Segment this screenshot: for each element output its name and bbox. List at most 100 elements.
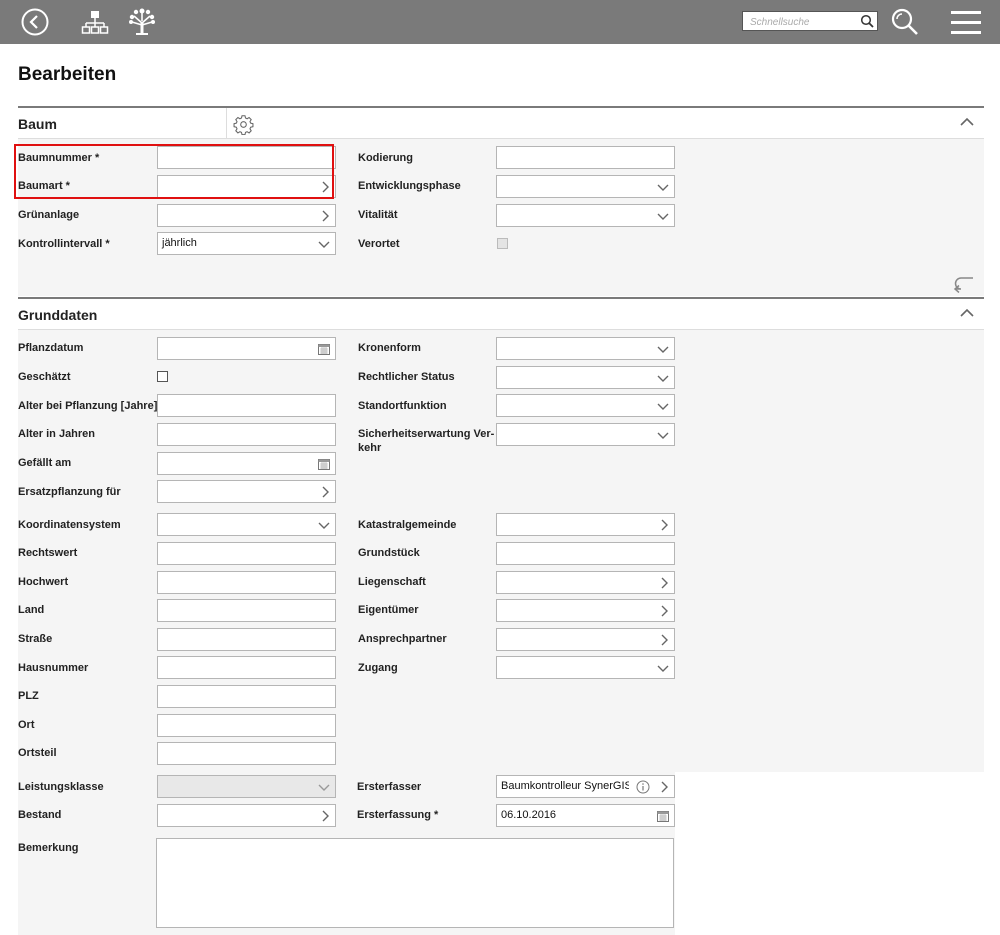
label-ansprechpartner: Ansprechpartner (358, 633, 447, 645)
label-vitalitaet: Vitalität (358, 209, 398, 221)
chevron-right-icon (661, 781, 668, 793)
rechtswert-input[interactable] (157, 542, 336, 565)
alter-pflanzung-input[interactable] (157, 394, 336, 417)
label-liegenschaft: Liegenschaft (358, 576, 426, 588)
standortfunktion-select[interactable] (496, 394, 675, 417)
chevron-up-icon[interactable] (960, 307, 974, 317)
chevron-down-icon (657, 346, 669, 353)
section-title: Baum (18, 116, 57, 132)
chevron-right-icon (661, 577, 668, 589)
label-katastralgemeinde: Katastralgemeinde (358, 519, 457, 531)
label-kronenform: Kronenform (358, 342, 421, 354)
chevron-right-icon (661, 519, 668, 531)
ersterfasser-value: Baumkontrolleur SynerGIS (501, 780, 629, 792)
ortsteil-input[interactable] (157, 742, 336, 765)
chevron-right-icon (661, 634, 668, 646)
koordinatensystem-select[interactable] (157, 513, 336, 536)
chevron-down-icon (657, 213, 669, 220)
vitalitaet-select[interactable] (496, 204, 675, 227)
chevron-down-icon (657, 375, 669, 382)
katastralgemeinde-picker[interactable] (496, 513, 675, 536)
label-plz: PLZ (18, 690, 39, 702)
label-verortet: Verortet (358, 238, 400, 250)
zugang-select[interactable] (496, 656, 675, 679)
label-entwicklungsphase: Entwicklungsphase (358, 180, 461, 192)
ersterfassung-value: 06.10.2016 (501, 809, 557, 821)
label-standortfunktion: Standortfunktion (358, 400, 447, 412)
rechtlicher-status-select[interactable] (496, 366, 675, 389)
label-bemerkung: Bemerkung (18, 842, 79, 854)
label-hausnummer: Hausnummer (18, 662, 89, 674)
kodierung-input[interactable] (496, 146, 675, 169)
quick-search-input[interactable] (748, 13, 860, 31)
geschaetzt-checkbox[interactable] (157, 371, 168, 382)
ersterfasser-picker[interactable]: Baumkontrolleur SynerGIS (496, 775, 675, 798)
ersatzpflanzung-picker[interactable] (157, 480, 336, 503)
quick-search[interactable] (742, 11, 878, 31)
gefaellt-am-input[interactable] (157, 452, 336, 475)
chevron-right-icon (661, 605, 668, 617)
calendar-icon[interactable] (657, 810, 669, 822)
search-icon[interactable] (860, 14, 874, 28)
hierarchy-icon[interactable] (80, 7, 110, 37)
liegenschaft-picker[interactable] (496, 571, 675, 594)
label-kontrollintervall: Kontrollintervall * (18, 238, 110, 250)
section-divider (226, 108, 227, 140)
calendar-icon[interactable] (318, 458, 330, 470)
magnifier-icon[interactable] (890, 7, 920, 37)
label-rechtswert: Rechtswert (18, 547, 78, 559)
label-sicherheitserwartung-line1: Sicherheitserwartung Ver- (358, 428, 495, 440)
land-input[interactable] (157, 599, 336, 622)
verortet-checkbox (497, 238, 508, 249)
pflanzdatum-input[interactable] (157, 337, 336, 360)
gruenanlage-picker[interactable] (157, 204, 336, 227)
bestand-picker[interactable] (157, 804, 336, 827)
hochwert-input[interactable] (157, 571, 336, 594)
ersterfassung-input[interactable]: 06.10.2016 (496, 804, 675, 827)
hausnummer-input[interactable] (157, 656, 336, 679)
chevron-down-icon (657, 403, 669, 410)
gear-icon[interactable] (233, 114, 254, 135)
label-rechtlicher-status: Rechtlicher Status (358, 371, 455, 383)
chevron-down-icon (657, 184, 669, 191)
kontrollintervall-value: jährlich (162, 237, 197, 249)
label-zugang: Zugang (358, 662, 398, 674)
calendar-icon[interactable] (318, 343, 330, 355)
chevron-down-icon (318, 784, 330, 791)
chevron-up-icon[interactable] (960, 116, 974, 126)
label-alter-jahren: Alter in Jahren (18, 428, 96, 440)
label-alter-pflanzung: Alter bei Pflanzung [Jahre] (18, 400, 158, 412)
section-header-baum[interactable]: Baum (18, 106, 984, 139)
chevron-right-icon (322, 486, 329, 498)
kronenform-select[interactable] (496, 337, 675, 360)
section-header-grunddaten[interactable]: Grunddaten (18, 297, 984, 330)
chevron-down-icon (318, 241, 330, 248)
label-ersterfasser: Ersterfasser (357, 781, 422, 793)
return-icon[interactable] (952, 275, 976, 293)
label-geschaetzt: Geschätzt (18, 371, 71, 383)
kontrollintervall-select[interactable]: jährlich (157, 232, 336, 255)
label-leistungsklasse: Leistungsklasse (18, 781, 104, 793)
eigentuemer-picker[interactable] (496, 599, 675, 622)
tree-icon[interactable] (127, 7, 157, 37)
strasse-input[interactable] (157, 628, 336, 651)
alter-jahren-input[interactable] (157, 423, 336, 446)
entwicklungsphase-select[interactable] (496, 175, 675, 198)
ort-input[interactable] (157, 714, 336, 737)
ansprechpartner-picker[interactable] (496, 628, 675, 651)
grundstueck-input[interactable] (496, 542, 675, 565)
label-grundstueck: Grundstück (358, 547, 420, 559)
menu-icon[interactable] (950, 7, 982, 37)
plz-input[interactable] (157, 685, 336, 708)
sicherheitserwartung-select[interactable] (496, 423, 675, 446)
leistungsklasse-select (157, 775, 336, 798)
info-icon[interactable] (636, 780, 650, 794)
label-ortsteil: Ortsteil (18, 747, 57, 759)
back-icon[interactable] (20, 7, 50, 37)
label-bestand: Bestand (18, 809, 62, 821)
label-gruenanlage: Grünanlage (18, 209, 80, 221)
label-pflanzdatum: Pflanzdatum (18, 342, 84, 354)
bemerkung-textarea[interactable] (156, 838, 674, 928)
section-title: Grunddaten (18, 307, 98, 323)
label-strasse: Straße (18, 633, 53, 645)
